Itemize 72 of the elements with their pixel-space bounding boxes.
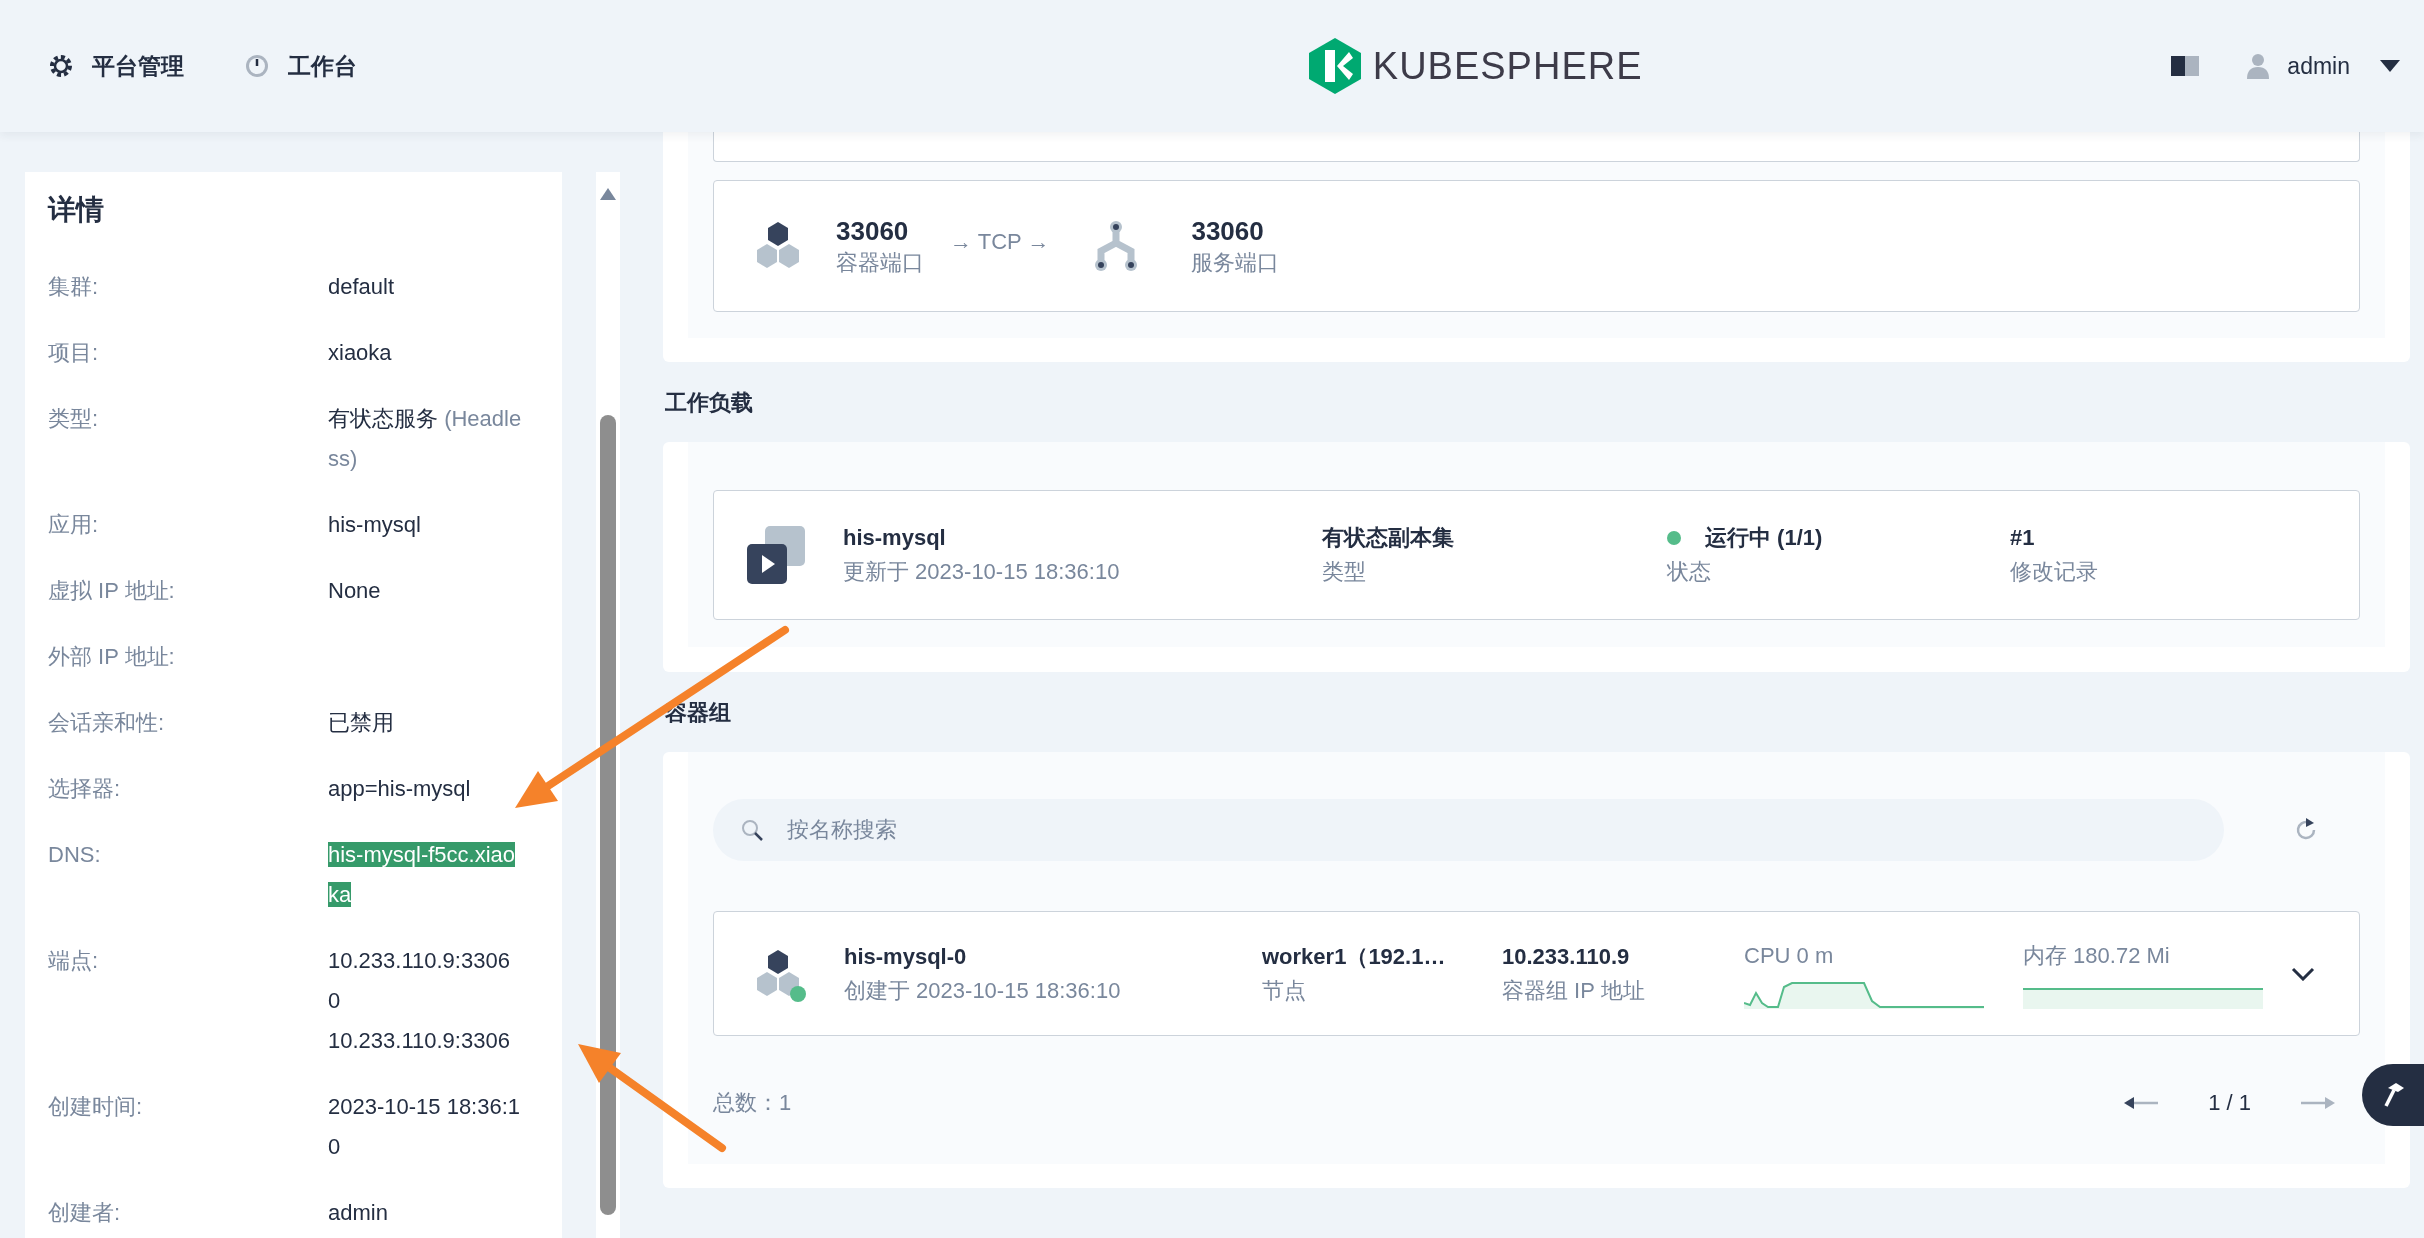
caret-icon[interactable] [2380, 60, 2400, 72]
field-label: 创建时间: [48, 1093, 144, 1121]
settings-icon [48, 53, 74, 79]
field-label: 类型 [1322, 558, 1367, 586]
field-value: his-mysql [328, 511, 422, 539]
scrollbar-thumb[interactable] [600, 415, 616, 1215]
workload-updated: 更新于 2023-10-15 18:36:10 [843, 558, 1121, 586]
field-label: 会话亲和性: [48, 709, 166, 737]
logo-icon [1308, 38, 1361, 94]
book-icon[interactable] [2171, 55, 2200, 77]
field-value: 有状态服务 (Headless) [328, 405, 522, 473]
field-label: 容器组 IP 地址 [1502, 976, 1646, 1005]
total-count: 总数：1 [713, 1089, 792, 1117]
node-name: worker1（192.1… [1262, 942, 1447, 971]
workload-card[interactable]: his-mysql 更新于 2023-10-15 18:36:10 有状态副本集 类型 运行中 (1/1) 状态 #1 修改记录 [713, 490, 2360, 620]
scrollbar[interactable] [596, 172, 620, 1238]
hammer-icon [2382, 1082, 2406, 1108]
service-icon [1093, 219, 1140, 273]
refresh-icon[interactable] [2294, 818, 2318, 842]
field-label: 应用: [48, 511, 100, 539]
chevron-down-icon[interactable] [2291, 966, 2315, 981]
field-label: 创建者: [48, 1199, 122, 1227]
field-value: app=his-mysql [328, 775, 472, 803]
search-icon [741, 819, 763, 841]
tool-button[interactable] [2362, 1064, 2424, 1126]
nav-item[interactable]: 工作台 [288, 48, 357, 84]
pod-created: 创建于 2023-10-15 18:36:10 [844, 976, 1122, 1005]
field-value: 已禁用 [328, 709, 395, 737]
page-indicator: 1 / 1 [2208, 1089, 2251, 1117]
field-value: default [328, 273, 396, 301]
section-heading: 工作负载 [664, 388, 754, 417]
workload-type: 有状态副本集 [1322, 524, 1455, 552]
pod-name: his-mysql-0 [844, 942, 968, 971]
field-label: 虚拟 IP 地址: [48, 577, 176, 605]
field-value: xiaoka [328, 339, 393, 367]
scroll-up-icon[interactable] [600, 188, 616, 200]
field-label: 项目: [48, 339, 100, 367]
field-value: admin [328, 1199, 389, 1227]
service-port-label: 服务端口 [1191, 249, 1280, 277]
workload-status: 运行中 (1/1) [1705, 524, 1823, 552]
container-port-label: 容器端口 [836, 249, 924, 277]
field-label: 状态 [1667, 558, 1712, 586]
field-label: 端点: [48, 947, 100, 975]
search-field[interactable]: 按名称搜索 [713, 799, 2224, 861]
details-title: 详情 [48, 193, 105, 227]
field-label: 外部 IP 地址: [48, 643, 176, 671]
field-value: 2023-10-15 18:36:10 [328, 1093, 522, 1161]
field-value: his-mysql-f5cc.xiaoka [328, 841, 517, 909]
field-label: 选择器: [48, 775, 122, 803]
gauge-icon [244, 53, 270, 79]
workload-name: his-mysql [843, 524, 947, 552]
pod-ip: 10.233.110.9 [1502, 942, 1631, 971]
field-label: 类型: [48, 405, 100, 433]
cpu-usage: CPU 0 m [1744, 941, 1835, 970]
workload-icon [747, 526, 805, 584]
field-label: 修改记录 [2010, 558, 2098, 586]
field-label: 集群: [48, 273, 100, 301]
logo-text: KUBESPHERE [1372, 43, 1643, 89]
user-name[interactable]: admin [2287, 48, 2350, 84]
field-label: 节点 [1262, 976, 1307, 1005]
field-value: None [328, 577, 382, 605]
field-label: DNS: [48, 841, 102, 869]
workload-revision: #1 [2010, 524, 2036, 552]
memory-usage: 内存 180.72 Mi [2023, 941, 2171, 970]
field-value: 10.233.110.9:3306 [328, 1027, 511, 1055]
container-port: 33060 [836, 215, 910, 248]
field-value: 10.233.110.9:33060 [328, 947, 511, 1015]
pod-card[interactable]: his-mysql-0 创建于 2023-10-15 18:36:10 worker1（192.1… 节点 10.233.110.9 容器组 IP 地址 CPU 0 m 内存 180.72 Mi [713, 911, 2360, 1036]
service-port: 33060 [1191, 215, 1265, 248]
arrow-left-icon[interactable] [2124, 1095, 2159, 1110]
nav-item[interactable]: 平台管理 [92, 48, 184, 84]
protocol-label: → TCP → [950, 227, 1050, 256]
